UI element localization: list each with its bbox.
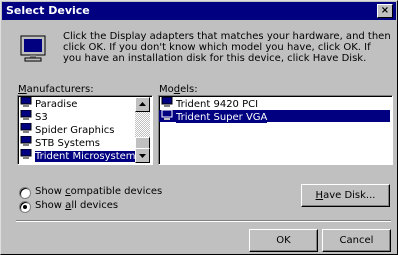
close-button[interactable]: ×: [377, 4, 393, 18]
monitor-icon: [20, 135, 32, 147]
close-icon: ×: [380, 5, 390, 16]
monitor-icon: [161, 109, 173, 121]
monitor-icon: [20, 96, 32, 108]
arrow-up-icon: [139, 102, 146, 106]
scroll-track[interactable]: [135, 112, 150, 149]
radio-dot: [23, 205, 27, 209]
radio-button[interactable]: [19, 187, 31, 199]
list-item[interactable]: STB Systems: [20, 135, 100, 149]
radio-label: Show all devices: [35, 200, 119, 211]
ok-button[interactable]: OK: [249, 229, 318, 252]
radio-label: Show compatible devices: [35, 186, 163, 197]
scroll-down-button[interactable]: [135, 148, 150, 163]
cancel-button[interactable]: Cancel: [322, 229, 391, 252]
window-title: Select Device: [6, 4, 90, 17]
manufacturers-label: Manufacturers:: [18, 84, 94, 95]
title-bar[interactable]: Select Device ×: [2, 2, 396, 20]
models-label: Models:: [159, 84, 198, 95]
list-item[interactable]: Spider Graphics: [20, 122, 114, 136]
list-item-selected[interactable]: Trident Super VGA: [159, 109, 390, 123]
list-item[interactable]: Trident 9420 PCI: [161, 96, 258, 110]
select-device-dialog: Select Device × Click the Display adapte…: [0, 0, 398, 255]
scroll-up-button[interactable]: [135, 97, 150, 112]
radio-button[interactable]: [19, 201, 31, 213]
manufacturers-list[interactable]: Paradise S3 Spider Graphics STB Systems …: [17, 95, 153, 165]
divider: [16, 220, 391, 222]
list-item[interactable]: S3: [20, 109, 48, 123]
manufacturers-scrollbar[interactable]: [135, 97, 150, 163]
monitor-icon: [20, 122, 32, 134]
monitor-icon: [20, 148, 32, 160]
arrow-down-icon: [139, 154, 146, 158]
models-list[interactable]: Trident 9420 PCI Trident Super VGA: [158, 95, 393, 165]
list-item-selected[interactable]: Trident Microsystems: [20, 148, 141, 162]
monitor-icon: [161, 96, 173, 108]
monitor-icon: [20, 109, 32, 121]
have-disk-button[interactable]: Have Disk...: [301, 184, 390, 207]
instructions-text: Click the Display adapters that matches …: [63, 31, 391, 64]
monitor-icon: [20, 35, 46, 62]
list-item[interactable]: Paradise: [20, 96, 77, 110]
